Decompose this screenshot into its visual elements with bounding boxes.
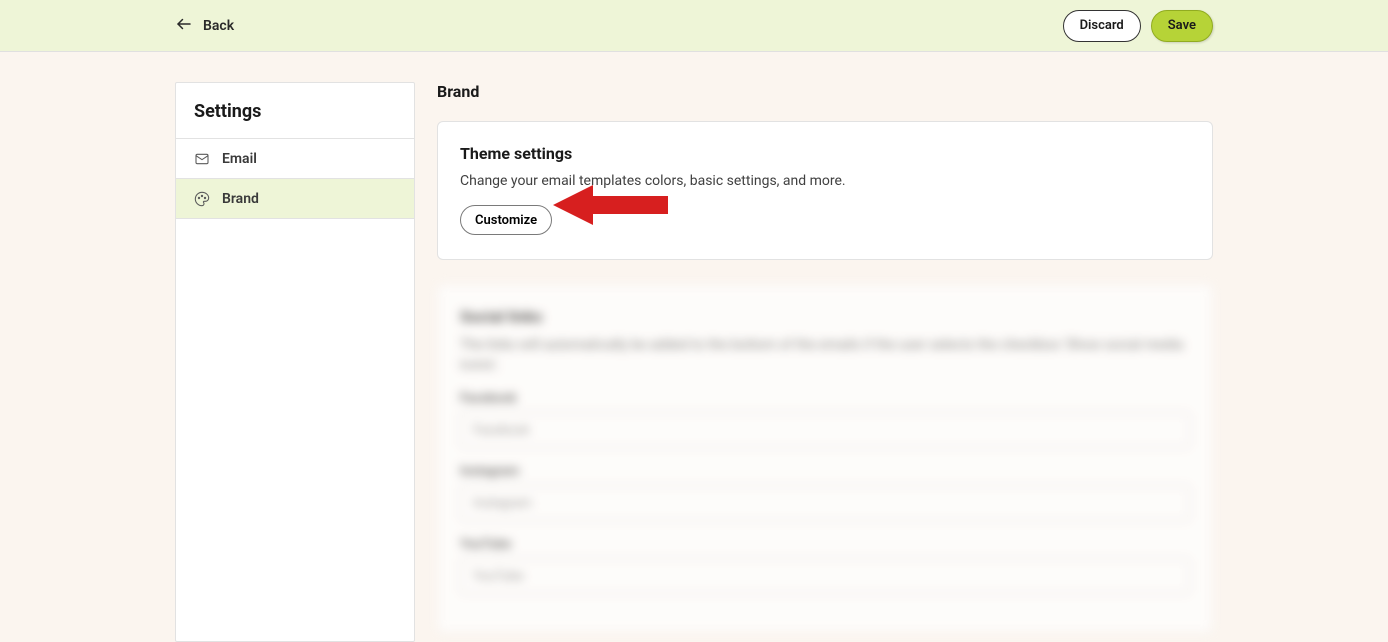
sidebar-title: Settings bbox=[176, 83, 414, 139]
theme-settings-card: Theme settings Change your email templat… bbox=[437, 121, 1213, 260]
theme-card-heading: Theme settings bbox=[460, 144, 1190, 163]
instagram-input bbox=[460, 485, 1190, 521]
sidebar-item-email[interactable]: Email bbox=[176, 139, 414, 179]
facebook-input bbox=[460, 412, 1190, 448]
back-button[interactable]: Back bbox=[175, 15, 234, 37]
sidebar-item-brand[interactable]: Brand bbox=[176, 179, 414, 219]
main-content: Brand Theme settings Change your email t… bbox=[437, 82, 1213, 642]
page-title: Brand bbox=[437, 82, 1213, 101]
social-links-card-blurred: Social links The links will automaticall… bbox=[437, 284, 1213, 633]
youtube-input bbox=[460, 558, 1190, 594]
back-label: Back bbox=[203, 18, 234, 34]
theme-card-description: Change your email templates colors, basi… bbox=[460, 173, 1190, 189]
social-field-label: Instagram bbox=[460, 464, 1190, 479]
social-field-label: YouTube bbox=[460, 537, 1190, 552]
content: Settings Email Brand Bran bbox=[0, 52, 1388, 642]
social-card-description: The links will automatically be added to… bbox=[460, 336, 1190, 375]
social-field-label: Facebook bbox=[460, 391, 1190, 406]
palette-icon bbox=[194, 191, 210, 207]
customize-button[interactable]: Customize bbox=[460, 205, 552, 235]
sidebar-item-label: Email bbox=[222, 151, 257, 167]
topbar-actions: Discard Save bbox=[1063, 10, 1213, 42]
social-card-heading: Social links bbox=[460, 307, 1190, 326]
settings-sidebar: Settings Email Brand bbox=[175, 82, 415, 642]
discard-button[interactable]: Discard bbox=[1063, 10, 1141, 42]
sidebar-item-label: Brand bbox=[222, 191, 259, 207]
topbar: Back Discard Save bbox=[0, 0, 1388, 52]
envelope-icon bbox=[194, 151, 210, 167]
save-button[interactable]: Save bbox=[1151, 10, 1213, 42]
arrow-left-icon bbox=[175, 15, 193, 37]
